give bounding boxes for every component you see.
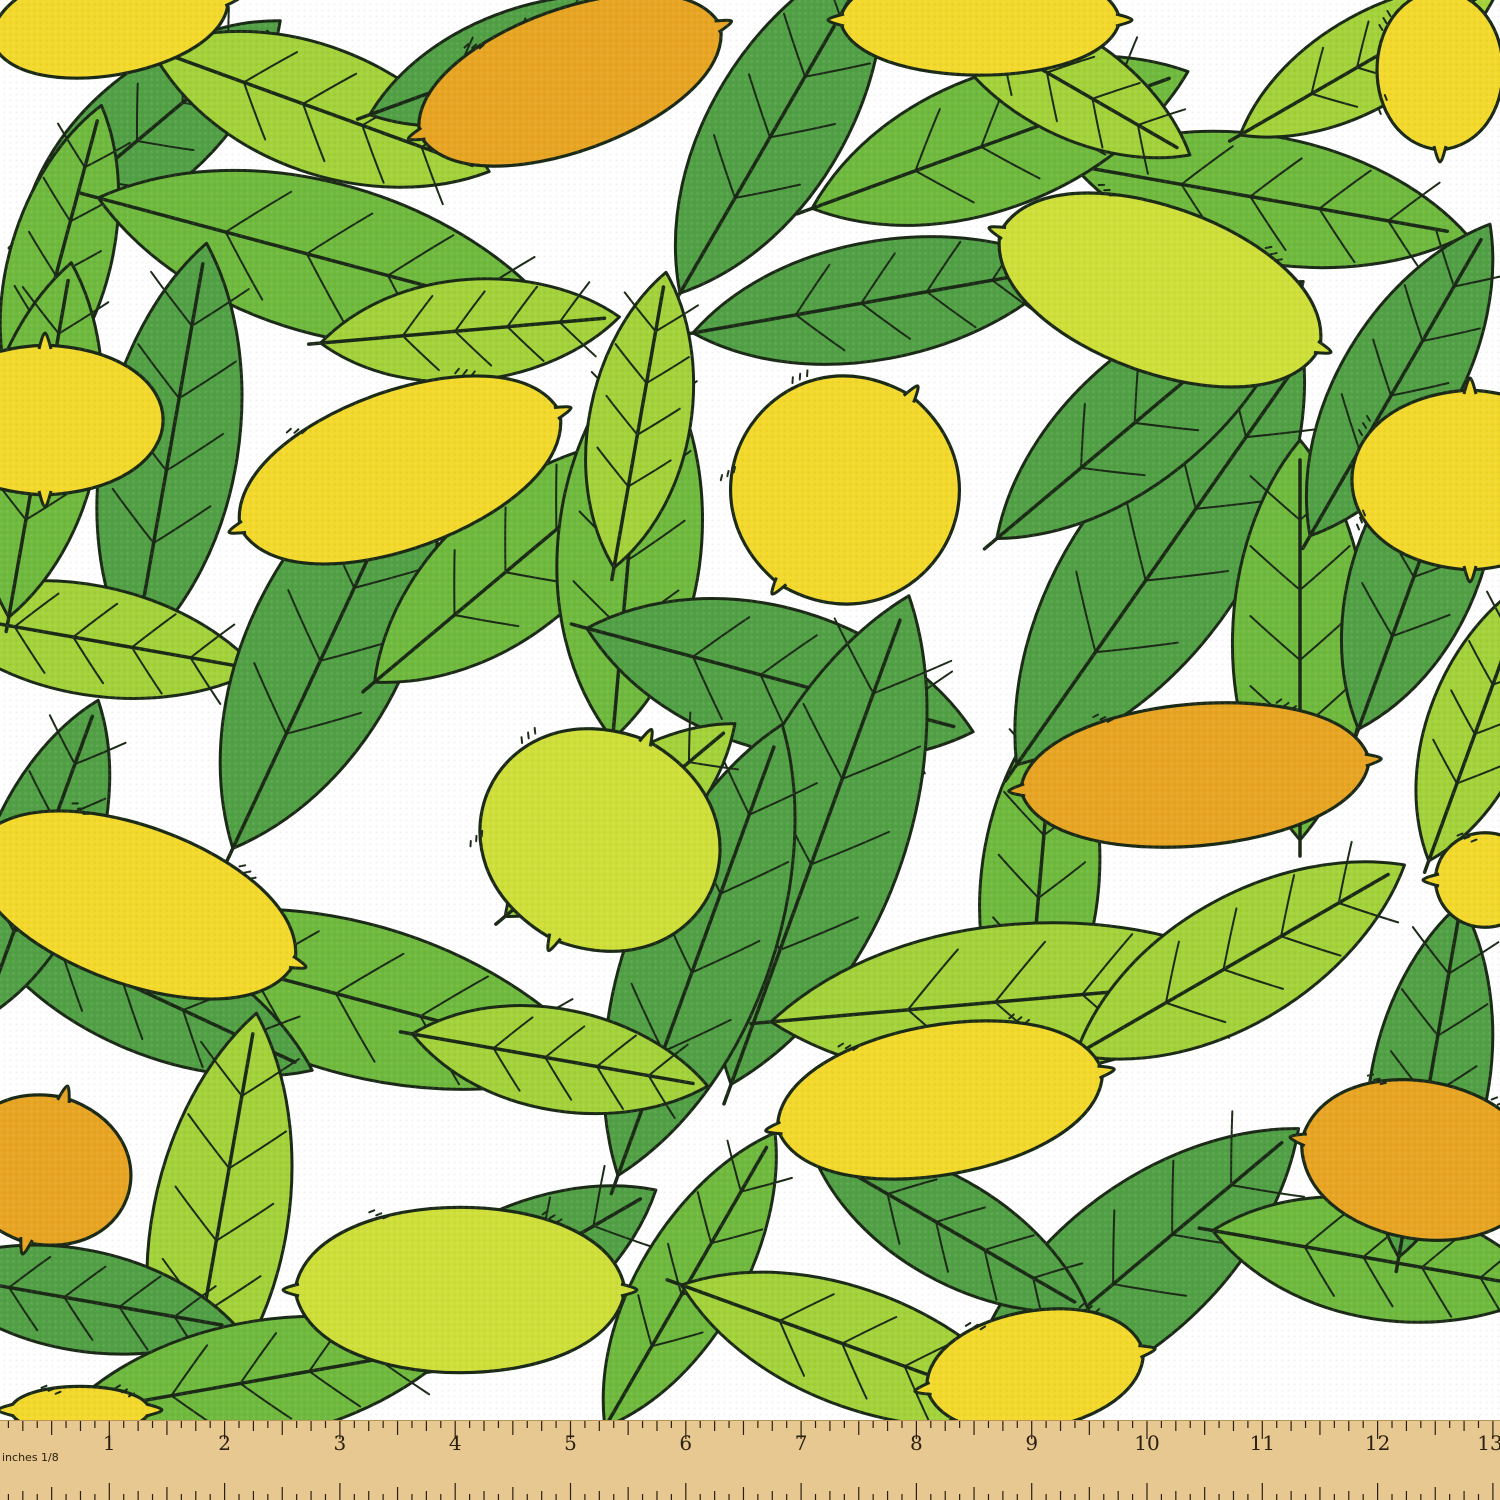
ruler-number: 11 — [1249, 1431, 1276, 1455]
ruler-unit-label: inches 1/8 — [2, 1451, 59, 1464]
ruler-number: 7 — [794, 1431, 808, 1455]
ruler-number: 9 — [1025, 1431, 1039, 1455]
ruler-number: 12 — [1364, 1431, 1391, 1455]
fabric-weave-texture — [0, 0, 1500, 1420]
fabric-image: inches 1/8 12345678910111213 — [0, 0, 1500, 1500]
ruler-number: 4 — [448, 1431, 462, 1455]
ruler-number: 13 — [1477, 1431, 1500, 1455]
ruler-number: 3 — [333, 1431, 347, 1455]
ruler-number: 1 — [102, 1431, 116, 1455]
ruler-number: 5 — [564, 1431, 577, 1455]
ruler-number: 10 — [1134, 1431, 1160, 1455]
ruler-number: 8 — [910, 1431, 923, 1455]
ruler-number: 6 — [679, 1431, 693, 1455]
lemon-leaf-pattern — [0, 0, 1500, 1420]
measuring-ruler: inches 1/8 12345678910111213 — [0, 1420, 1500, 1500]
ruler-number: 2 — [218, 1431, 231, 1455]
